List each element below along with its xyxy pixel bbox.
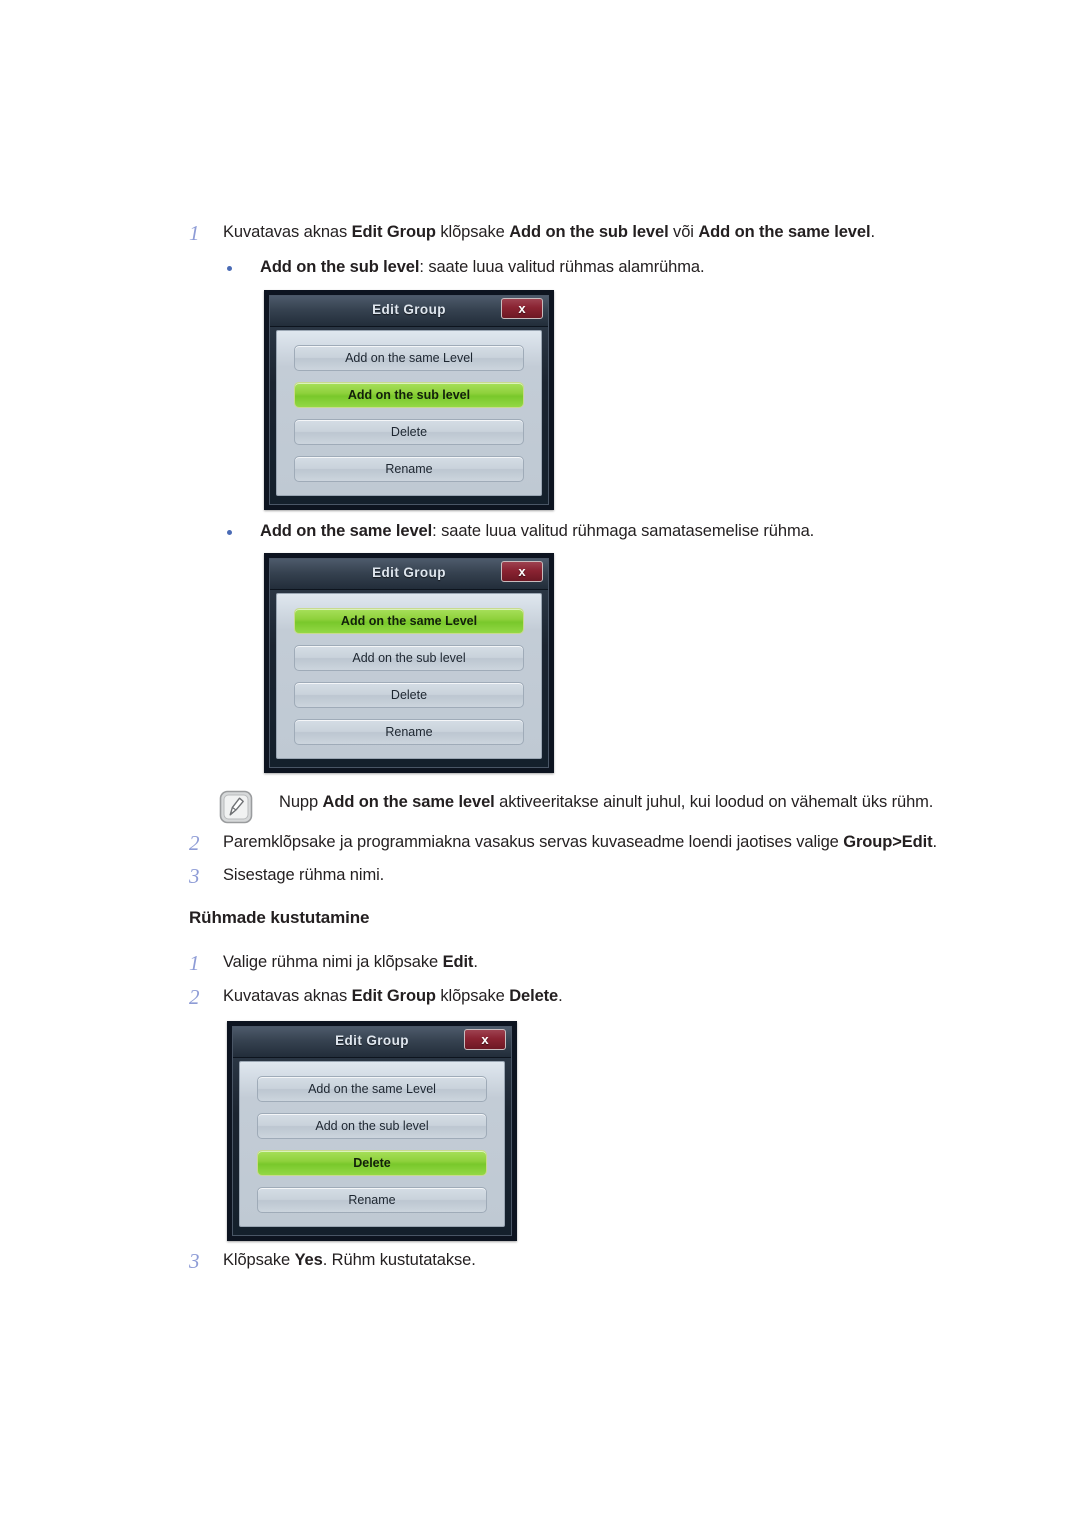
step-2: 2 Paremklõpsake ja programmiakna vasakus…: [189, 830, 937, 856]
dialog-button-rename[interactable]: Rename: [294, 455, 524, 482]
plain-text: Kuvatavas aknas: [223, 223, 352, 241]
step-number: 3: [189, 864, 200, 888]
dialog-button-add-on-the-sub-level[interactable]: Add on the sub level: [294, 644, 524, 671]
step-text: Sisestage rühma nimi.: [223, 863, 384, 888]
step-text: Valige rühma nimi ja klõpsake Edit.: [223, 950, 478, 975]
dialog-body: Add on the same Level Add on the sub leve…: [276, 330, 542, 496]
step-1: 1 Kuvatavas aknas Edit Group klõpsake Ad…: [189, 220, 875, 246]
bullet-marker-icon: [222, 519, 260, 544]
step-number: 2: [189, 831, 200, 855]
emphasis-text: Edit: [442, 953, 474, 971]
note-text: Nupp Add on the same level aktiveeritaks…: [279, 790, 933, 815]
emphasis-text: Group>Edit: [843, 833, 933, 851]
dialog-title-bar: Edit Group x: [270, 296, 548, 327]
plain-text: klõpsake: [435, 223, 510, 241]
dialog-title-bar: Edit Group x: [270, 559, 548, 590]
delete-step-1: 1 Valige rühma nimi ja klõpsake Edit.: [189, 950, 478, 976]
plain-text: .: [870, 223, 875, 241]
plain-text: .: [473, 953, 478, 971]
step-text: Kuvatavas aknas Edit Group klõpsake Add …: [223, 220, 875, 245]
close-icon[interactable]: x: [464, 1029, 506, 1050]
dialog-title-bar: Edit Group x: [233, 1027, 511, 1058]
dialog-button-add-on-the-sub-level[interactable]: Add on the sub level: [294, 381, 524, 408]
emphasis-text: Add on the sub level: [260, 258, 420, 276]
dialog-body: Add on the same Level Add on the sub leve…: [276, 593, 542, 759]
dialog-button-add-on-the-sub-level[interactable]: Add on the sub level: [257, 1112, 487, 1139]
emphasis-text: Yes: [294, 1251, 323, 1269]
dialog-body: Add on the same Level Add on the sub leve…: [239, 1061, 505, 1227]
section-heading: Rühmade kustutamine: [189, 908, 370, 927]
emphasis-text: Delete: [509, 987, 559, 1005]
dialog-frame: Edit Group x Add on the same Level Add on…: [269, 558, 549, 768]
plain-text: Nupp: [279, 793, 323, 811]
plain-text: .: [558, 987, 563, 1005]
step-text: Paremklõpsake ja programmiakna vasakus s…: [223, 830, 937, 855]
dialog-button-delete[interactable]: Delete: [294, 681, 524, 708]
close-icon[interactable]: x: [501, 298, 543, 319]
step-number: 3: [189, 1249, 200, 1273]
plain-text: : saate luua valitud rühmas alamrühma.: [419, 258, 705, 276]
note-pencil-icon: [219, 790, 279, 824]
dialog-frame: Edit Group x Add on the same Level Add on…: [269, 295, 549, 505]
dialog-button-add-on-the-same-level[interactable]: Add on the same Level: [257, 1075, 487, 1102]
bullet-text: Add on the same level: saate luua valitu…: [260, 519, 814, 544]
edit-group-dialog-delete: Edit Group x Add on the same Level Add on…: [227, 1021, 517, 1241]
plain-text: Valige rühma nimi ja klõpsake: [223, 953, 443, 971]
step-number: 1: [189, 221, 200, 245]
close-icon[interactable]: x: [501, 561, 543, 582]
dialog-button-delete[interactable]: Delete: [257, 1149, 487, 1176]
step-number: 1: [189, 951, 200, 975]
plain-text: . Rühm kustutatakse.: [322, 1251, 476, 1269]
delete-step-2: 2 Kuvatavas aknas Edit Group klõpsake De…: [189, 984, 563, 1010]
plain-text: Klõpsake: [223, 1251, 295, 1269]
note-callout: Nupp Add on the same level aktiveeritaks…: [219, 790, 933, 824]
step-3: 3 Sisestage rühma nimi.: [189, 863, 384, 889]
dialog-button-add-on-the-same-level[interactable]: Add on the same Level: [294, 344, 524, 371]
dialog-button-delete[interactable]: Delete: [294, 418, 524, 445]
plain-text: aktiveeritakse ainult juhul, kui loodud …: [494, 793, 934, 811]
bullet-marker-icon: [222, 255, 260, 280]
emphasis-text: Add on the same level: [322, 793, 495, 811]
plain-text: Sisestage rühma nimi.: [223, 866, 385, 884]
bullet-sub-level: Add on the sub level: saate luua valitud…: [222, 255, 705, 280]
plain-text: .: [932, 833, 938, 851]
step-number: 2: [189, 985, 200, 1009]
edit-group-dialog-sub-level: Edit Group x Add on the same Level Add on…: [264, 290, 554, 510]
dialog-frame: Edit Group x Add on the same Level Add on…: [232, 1026, 512, 1236]
edit-group-dialog-same-level: Edit Group x Add on the same Level Add on…: [264, 553, 554, 773]
emphasis-text: Edit Group: [351, 223, 436, 241]
plain-text: Kuvatavas aknas: [223, 987, 352, 1005]
emphasis-text: Add on the same level: [260, 522, 433, 540]
plain-text: Paremklõpsake ja programmiakna vasakus s…: [223, 833, 844, 851]
emphasis-text: Add on the sub level: [509, 223, 669, 241]
bullet-same-level: Add on the same level: saate luua valitu…: [222, 519, 814, 544]
emphasis-text: Add on the same level: [698, 223, 871, 241]
emphasis-text: Edit Group: [351, 987, 436, 1005]
dialog-button-rename[interactable]: Rename: [257, 1186, 487, 1213]
document-page: 1 Kuvatavas aknas Edit Group klõpsake Ad…: [0, 0, 1080, 1527]
plain-text: või: [668, 223, 699, 241]
delete-step-3: 3 Klõpsake Yes. Rühm kustutatakse.: [189, 1248, 476, 1274]
step-text: Klõpsake Yes. Rühm kustutatakse.: [223, 1248, 476, 1273]
step-text: Kuvatavas aknas Edit Group klõpsake Dele…: [223, 984, 563, 1009]
dialog-button-add-on-the-same-level[interactable]: Add on the same Level: [294, 607, 524, 634]
dialog-button-rename[interactable]: Rename: [294, 718, 524, 745]
bullet-text: Add on the sub level: saate luua valitud…: [260, 255, 705, 280]
plain-text: : saate luua valitud rühmaga samatasemel…: [432, 522, 815, 540]
plain-text: klõpsake: [435, 987, 510, 1005]
